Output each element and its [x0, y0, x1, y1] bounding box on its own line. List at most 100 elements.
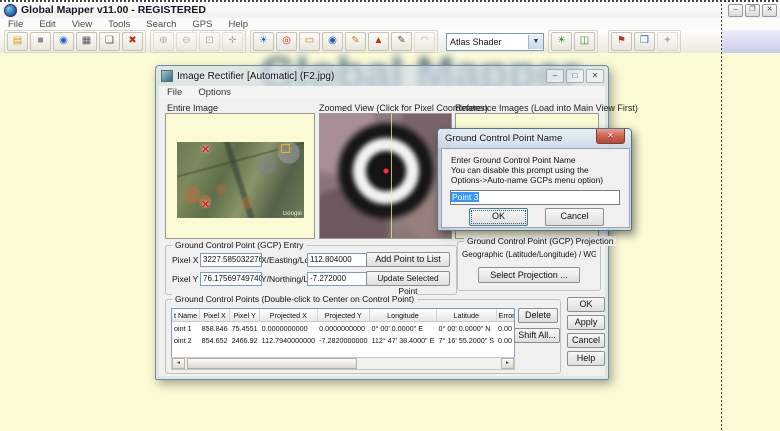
- table-header-row: t Name Pixel X Pixel Y Projected X Proje…: [172, 309, 514, 322]
- open-file-icon[interactable]: ▤: [7, 32, 28, 51]
- gcp-projection-legend: Ground Control Point (GCP) Projection: [464, 236, 617, 246]
- table-cell: oint 2: [174, 335, 192, 345]
- table-cell: oint 1: [174, 323, 192, 333]
- gcp-table: t Name Pixel X Pixel Y Projected X Proje…: [172, 309, 514, 346]
- scrollbar-thumb[interactable]: [187, 358, 357, 369]
- dialog-cancel-button[interactable]: Cancel: [545, 208, 604, 226]
- maximize-button[interactable]: ❐: [745, 3, 760, 17]
- help-button[interactable]: Help: [567, 351, 605, 366]
- screen: Global Mapper v11.00 - REGISTERED – ❐ ✕ …: [0, 0, 780, 431]
- menu-file[interactable]: File: [0, 19, 31, 30]
- blank-layer-icon[interactable]: ■: [30, 32, 51, 51]
- imagery-credit: Google: [282, 211, 302, 217]
- gcp-projection-group: Ground Control Point (GCP) Projection Ge…: [457, 236, 617, 291]
- menu-edit[interactable]: Edit: [31, 19, 63, 30]
- entire-image-label: Entire Image: [167, 103, 219, 113]
- rectifier-close-button[interactable]: ✕: [586, 69, 604, 83]
- shift-all-button[interactable]: Shift All...: [514, 328, 560, 343]
- table-cell: 854.652: [201, 335, 228, 345]
- scroll-left-icon[interactable]: ◄: [172, 358, 185, 369]
- prompt-line-2: You can disable this prompt using the: [451, 165, 589, 175]
- table-cell: -7.2820000000: [319, 335, 368, 345]
- table-cell: 2466.92: [231, 335, 258, 345]
- gcp-name-body: Enter Ground Control Point Name You can …: [441, 148, 630, 228]
- menu-search[interactable]: Search: [138, 19, 184, 30]
- app-title: Global Mapper v11.00 - REGISTERED: [21, 4, 206, 16]
- app-titlebar: Global Mapper v11.00 - REGISTERED – ❐ ✕: [0, 2, 780, 19]
- gcp-table-wrap: t Name Pixel X Pixel Y Projected X Proje…: [171, 308, 515, 358]
- pixel-x-field[interactable]: 3227.5850322766: [200, 253, 262, 267]
- table-cell: 0° 00' 0.0000" N: [438, 323, 491, 333]
- menu-view[interactable]: View: [64, 19, 100, 30]
- table-hscrollbar[interactable]: ◄ ►: [171, 357, 515, 370]
- dialog-ok-button[interactable]: OK: [469, 208, 528, 226]
- col-pixel-x[interactable]: Pixel X: [199, 309, 231, 322]
- projection-value: Geographic (Latitude/Longitude) / WGS84 …: [462, 250, 596, 259]
- gcp-name-title: Ground Control Point Name: [445, 133, 563, 144]
- rectifier-titlebar[interactable]: Image Rectifier [Automatic] (F2.jpg) – □…: [156, 66, 608, 86]
- image-window-icon[interactable]: ▦: [76, 32, 97, 51]
- menu-tools[interactable]: Tools: [100, 19, 138, 30]
- menu-help[interactable]: Help: [220, 19, 256, 30]
- table-row[interactable]: oint 1 858.846 75.4551 0.0000000000 0.00…: [172, 322, 514, 335]
- rectifier-title: Image Rectifier [Automatic] (F2.jpg): [177, 70, 335, 82]
- app-menubar: File Edit View Tools Search GPS Help: [0, 18, 780, 30]
- select-projection-button[interactable]: Select Projection ...: [478, 267, 580, 283]
- update-point-button[interactable]: Update Selected Point: [366, 271, 450, 296]
- rectifier-maximize-button[interactable]: □: [566, 69, 584, 83]
- pixel-y-field[interactable]: 76.1756974974040: [200, 272, 262, 286]
- minimize-button[interactable]: –: [728, 3, 743, 17]
- col-pixel-y[interactable]: Pixel Y: [229, 309, 261, 322]
- zoomed-view-panel[interactable]: [319, 113, 452, 239]
- rectifier-menu-options[interactable]: Options: [190, 87, 239, 98]
- scroll-right-icon[interactable]: ►: [501, 358, 514, 369]
- rectifier-minimize-button[interactable]: –: [546, 69, 564, 83]
- rectifier-menu-file[interactable]: File: [159, 87, 190, 98]
- menu-gps[interactable]: GPS: [184, 19, 220, 30]
- table-cell: 112° 47' 38.4000" E: [371, 335, 435, 345]
- col-point-name[interactable]: t Name: [172, 309, 201, 322]
- apply-button[interactable]: Apply: [567, 315, 605, 330]
- zoom-in-icon[interactable]: ⊕: [153, 32, 174, 51]
- pixel-y-label: Pixel Y: [172, 274, 199, 284]
- add-point-button[interactable]: Add Point to List: [366, 252, 450, 267]
- gcp-marker-icon[interactable]: ✕: [201, 198, 210, 211]
- col-longitude[interactable]: Longitude: [369, 309, 437, 322]
- y-northing-lat-field[interactable]: -7.272000: [307, 272, 367, 286]
- ok-button[interactable]: OK: [567, 297, 605, 312]
- table-cell: 0.0000000000: [261, 323, 308, 333]
- col-projected-y[interactable]: Projected Y: [317, 309, 370, 322]
- toolbar-group-file: ▤ ■ ◉ ▦ ❏ ✖: [4, 30, 146, 53]
- gcp-name-close-button[interactable]: ✕: [596, 129, 625, 144]
- entire-image-panel[interactable]: ✕ ✕ Google: [165, 113, 315, 239]
- col-latitude[interactable]: Latitude: [436, 309, 497, 322]
- close-button[interactable]: ✕: [762, 3, 777, 17]
- prompt-line-1: Enter Ground Control Point Name: [451, 155, 576, 165]
- snap-star-icon[interactable]: ✦: [657, 32, 678, 51]
- crosshair-line: [390, 114, 392, 238]
- satellite-thumbnail[interactable]: ✕ ✕ Google: [177, 142, 304, 218]
- table-cell: 858.846: [201, 323, 228, 333]
- x-easting-lon-label: X/Easting/Lon: [261, 255, 314, 265]
- gcp-marker-icon[interactable]: ✕: [201, 143, 210, 156]
- table-cell: 7° 16' 55.2000" S: [438, 335, 495, 345]
- web-globe-icon[interactable]: ◉: [53, 32, 74, 51]
- configure-icon[interactable]: ✖: [122, 32, 143, 51]
- rectifier-menubar: File Options: [159, 86, 605, 100]
- table-row[interactable]: oint 2 854.652 2466.92 112.7940000000 -7…: [172, 334, 514, 346]
- x-easting-lon-field[interactable]: 112.804000: [307, 253, 367, 267]
- col-projected-x[interactable]: Projected X: [259, 309, 318, 322]
- pixel-x-label: Pixel X: [172, 255, 199, 265]
- current-view-box-icon: [281, 144, 290, 153]
- gcp-name-dialog: Ground Control Point Name ✕ Enter Ground…: [437, 128, 632, 231]
- delete-button[interactable]: Delete: [518, 308, 558, 323]
- overlay-control-icon[interactable]: ❏: [99, 32, 120, 51]
- table-cell: 0.00: [498, 335, 513, 345]
- point-name-input[interactable]: Point 3: [450, 190, 620, 205]
- control-point-dot-icon: [383, 168, 388, 174]
- app-globe-icon: [4, 3, 17, 17]
- gcp-entry-legend: Ground Control Point (GCP) Entry: [172, 240, 307, 250]
- cancel-button[interactable]: Cancel: [567, 333, 605, 348]
- col-error[interactable]: Error: [496, 309, 514, 322]
- capture-dotted-vline: [721, 0, 722, 431]
